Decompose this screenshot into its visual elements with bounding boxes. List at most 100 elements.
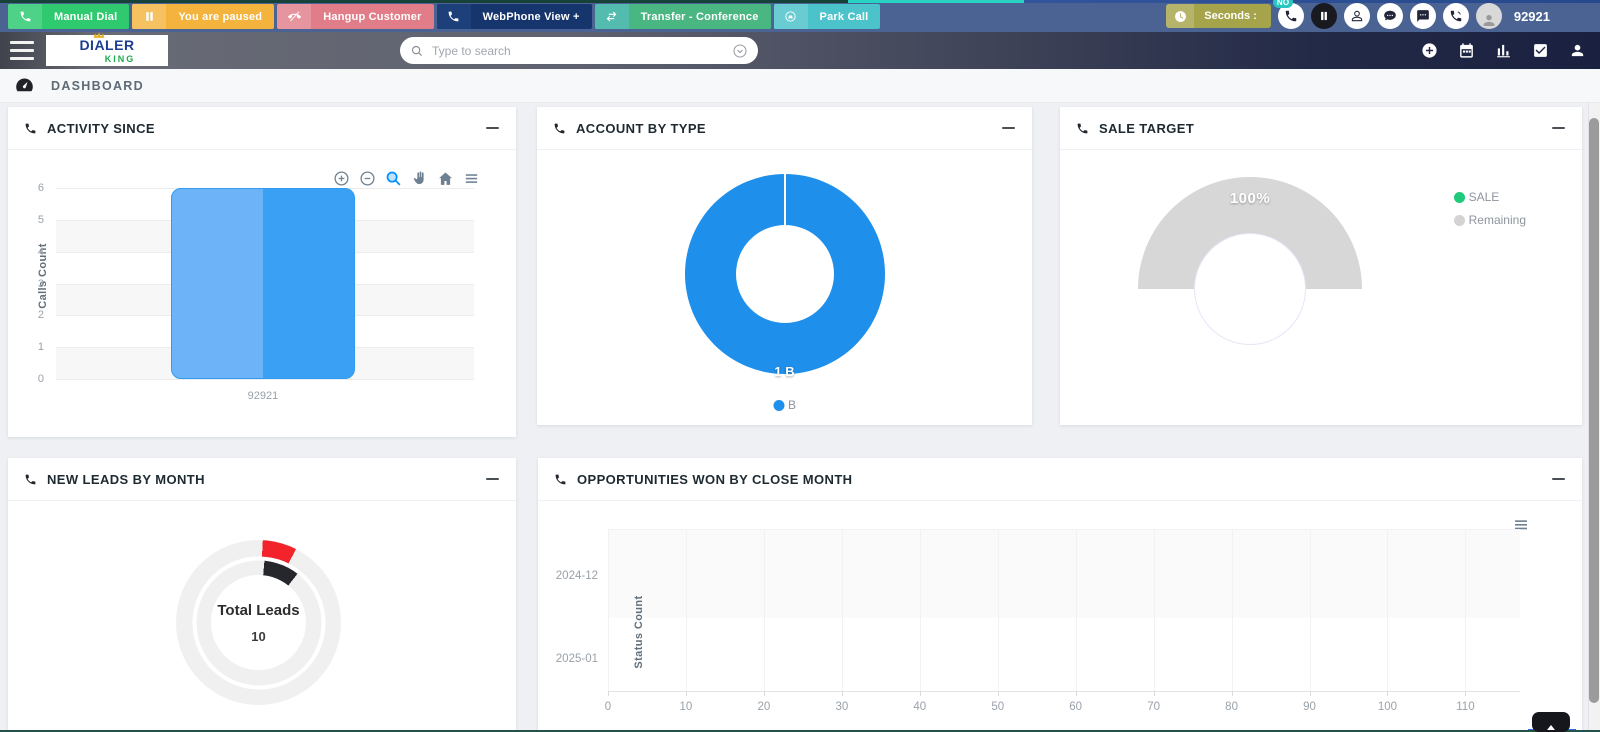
- park-call-button[interactable]: Park Call: [774, 4, 881, 29]
- x-axis: 0102030405060708090100110: [608, 695, 1520, 717]
- radial-chart: Total Leads 10: [8, 501, 516, 732]
- clock-icon: [1166, 4, 1194, 28]
- transfer-icon: [595, 4, 629, 29]
- x-gridline: [1465, 530, 1466, 691]
- manual-dial-button[interactable]: Manual Dial: [8, 4, 129, 29]
- y-gridline: [56, 379, 474, 380]
- pause-status-label: You are paused: [166, 4, 274, 29]
- x-gridline: [608, 530, 609, 691]
- y-tick-label: 4: [38, 246, 44, 258]
- scrollbar[interactable]: [1588, 103, 1600, 732]
- activity-since-header: ACTIVITY SINCE: [8, 107, 516, 150]
- calendar-icon[interactable]: [1458, 42, 1475, 59]
- legend-marker: [1454, 215, 1465, 226]
- sale-target-header: SALE TARGET: [1060, 107, 1582, 150]
- zoom-out-icon[interactable]: [359, 170, 376, 187]
- x-gridline: [1076, 530, 1077, 691]
- x-tick-label: 92921: [248, 390, 279, 402]
- legend-item[interactable]: Remaining: [1454, 213, 1526, 227]
- park-call-label: Park Call: [808, 4, 881, 29]
- collapse-button[interactable]: [486, 121, 500, 135]
- add-icon[interactable]: [1421, 42, 1438, 59]
- sms-button[interactable]: [1410, 3, 1436, 29]
- phone-icon: [553, 122, 566, 135]
- logo-text-top: DIALER: [79, 37, 134, 53]
- collapse-button[interactable]: [486, 472, 500, 486]
- collapse-button[interactable]: [1552, 472, 1566, 486]
- x-gridline: [1154, 530, 1155, 691]
- search-icon: [410, 44, 424, 58]
- legend-item[interactable]: B: [773, 398, 796, 412]
- menu-toggle-button[interactable]: [10, 41, 34, 60]
- sale-target-card: SALE TARGET 100% SALE Remaining: [1060, 107, 1582, 425]
- x-tick-label: 90: [1303, 701, 1316, 713]
- hangup-customer-button[interactable]: Hangup Customer: [277, 4, 433, 29]
- up-arrow-icon: [1547, 725, 1555, 730]
- webphone-status-button[interactable]: NO: [1278, 3, 1304, 29]
- radial-ring-inner: Total Leads 10: [196, 560, 321, 685]
- transfer-conference-button[interactable]: Transfer - Conference: [595, 4, 771, 29]
- x-gridline: [920, 530, 921, 691]
- x-tick-label: 70: [1147, 701, 1160, 713]
- phone-icon: [8, 4, 42, 29]
- reports-icon[interactable]: [1495, 42, 1512, 59]
- pan-icon[interactable]: [411, 170, 428, 187]
- card-title: SALE TARGET: [1099, 121, 1194, 136]
- slice-data-label: 1 B: [774, 364, 794, 379]
- gauge-chart: 100% SALE Remaining: [1060, 150, 1582, 424]
- x-tick-label: 30: [835, 701, 848, 713]
- gauge-value-label: 100%: [1138, 190, 1362, 207]
- chat-button[interactable]: [1377, 3, 1403, 29]
- scroll-top-button[interactable]: [1532, 712, 1570, 732]
- phone-icon: [554, 473, 567, 486]
- pause-status-button[interactable]: You are paused: [132, 4, 274, 29]
- pause-icon: [132, 4, 166, 29]
- no-status-badge: NO: [1273, 0, 1294, 8]
- pause-toggle-button[interactable]: [1311, 3, 1337, 29]
- collapse-button[interactable]: [1552, 121, 1566, 135]
- chevron-down-icon[interactable]: [732, 43, 748, 59]
- x-tick-label: 20: [757, 701, 770, 713]
- x-gridline: [998, 530, 999, 691]
- dialerking-logo[interactable]: DIALER KING: [46, 35, 168, 66]
- scrollbar-thumb[interactable]: [1589, 118, 1599, 703]
- y-tick-label: 1: [38, 341, 44, 353]
- y-tick-label: 0: [38, 373, 44, 385]
- phone-slash-icon: [277, 4, 311, 29]
- call-control-buttons: Manual Dial You are paused Hangup Custom…: [8, 4, 880, 29]
- agent-profile-button[interactable]: [1344, 3, 1370, 29]
- radial-center-value: 10: [251, 629, 265, 644]
- park-icon: [774, 4, 808, 29]
- phone-call-button[interactable]: [1443, 3, 1469, 29]
- home-icon[interactable]: [437, 170, 454, 187]
- zoom-in-icon[interactable]: [333, 170, 350, 187]
- selection-zoom-icon[interactable]: [385, 170, 402, 187]
- card-title: OPPORTUNITIES WON BY CLOSE MONTH: [577, 472, 852, 487]
- stacked-bar-chart: Status Count 2024-122025-01 010203040506…: [538, 501, 1582, 732]
- new-leads-header: NEW LEADS BY MONTH: [8, 458, 516, 501]
- legend-label: Remaining: [1469, 213, 1526, 227]
- gauge-legend: SALE Remaining: [1454, 190, 1526, 227]
- hangup-customer-label: Hangup Customer: [311, 4, 433, 29]
- tasks-icon[interactable]: [1532, 42, 1549, 59]
- stacked-bar-plot: Status Count 2024-122025-01: [608, 529, 1520, 692]
- search-input[interactable]: [432, 44, 732, 58]
- transfer-conference-label: Transfer - Conference: [629, 4, 771, 29]
- chart-menu-icon[interactable]: [463, 170, 480, 187]
- x-tick-label: 0: [605, 701, 611, 713]
- account-by-type-card: ACCOUNT BY TYPE 1 B B: [537, 107, 1032, 425]
- topbar-right-group: Seconds : NO 9292: [1166, 3, 1550, 29]
- legend-item[interactable]: SALE: [1454, 190, 1526, 204]
- donut-slice: 1 B: [685, 174, 885, 374]
- radial-ring-outer: Total Leads 10: [176, 540, 341, 705]
- x-gridline: [1310, 530, 1311, 691]
- global-search: [400, 37, 758, 64]
- bar-chart-plot: 92921 0123456: [56, 188, 474, 380]
- donut-chart: 1 B B: [537, 150, 1032, 424]
- user-icon[interactable]: [1569, 42, 1586, 59]
- collapse-button[interactable]: [1002, 121, 1016, 135]
- webphone-view-button[interactable]: WebPhone View +: [437, 4, 592, 29]
- phone-icon: [1076, 122, 1089, 135]
- user-avatar[interactable]: [1476, 3, 1502, 29]
- call-control-bar: Manual Dial You are paused Hangup Custom…: [0, 0, 1600, 32]
